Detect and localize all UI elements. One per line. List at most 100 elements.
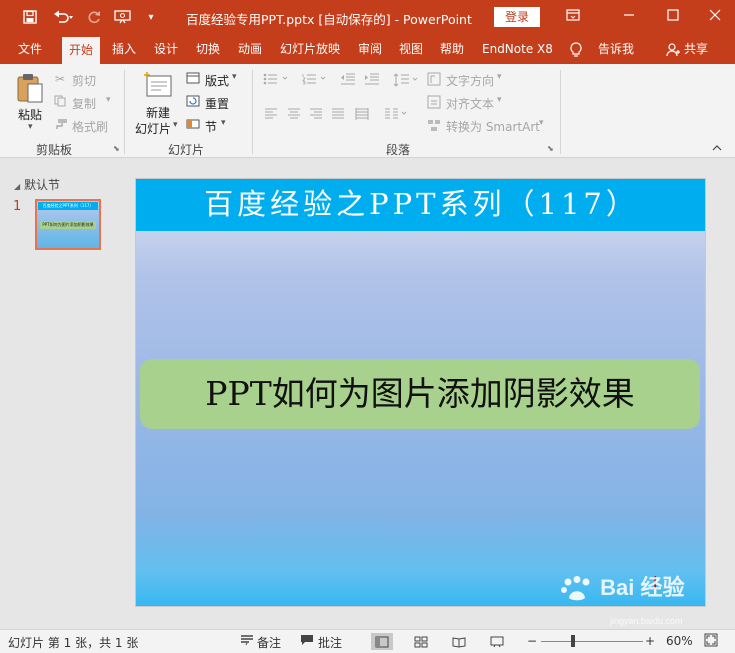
slide-canvas[interactable]: 百度经验之PPT系列（117） PPT如何为图片添加阴影效果 1 (135, 178, 706, 607)
new-slide-dropdown-icon[interactable]: ▾ (173, 120, 178, 130)
format-painter-icon[interactable] (54, 118, 68, 133)
share-user-icon[interactable] (666, 34, 680, 64)
align-text-dropdown-icon[interactable]: ▾ (497, 95, 502, 105)
line-spacing-icon[interactable] (393, 73, 421, 90)
columns-icon[interactable] (384, 108, 412, 123)
section-label: 默认节 (23, 178, 60, 192)
login-button[interactable]: 登录 (494, 7, 540, 27)
zoom-in-button[interactable]: + (645, 634, 655, 648)
tab-endnote[interactable]: EndNote X8 (482, 34, 553, 64)
baidu-paw-icon (561, 576, 590, 601)
share-button[interactable]: 共享 (684, 34, 708, 64)
watermark-text: Bai 经验 (600, 575, 685, 600)
convert-smartart-button[interactable]: 转换为 SmartArt (446, 118, 540, 135)
reset-icon[interactable] (186, 95, 200, 110)
notes-button[interactable]: 备注 (257, 634, 281, 651)
notes-icon[interactable] (240, 634, 254, 649)
close-icon[interactable] (702, 6, 728, 28)
slide-thumbnail[interactable]: 百度经验之PPT系列（117） PPT如何为图片添加阴影效果 (35, 199, 101, 250)
copy-icon[interactable] (54, 95, 66, 110)
save-icon[interactable] (20, 7, 40, 27)
zoom-level[interactable]: 60% (666, 634, 693, 648)
thumbnail-title: 百度经验之PPT系列（117） (38, 202, 98, 210)
tab-design[interactable]: 设计 (154, 34, 178, 64)
text-direction-icon[interactable] (427, 72, 441, 89)
slide-subtitle-box[interactable]: PPT如何为图片添加阴影效果 (140, 359, 700, 429)
normal-view-icon[interactable] (371, 633, 393, 650)
format-painter-button[interactable]: 格式刷 (72, 118, 108, 135)
decrease-indent-icon[interactable] (340, 73, 356, 88)
comments-icon[interactable] (300, 634, 314, 649)
paragraph-launcher-icon[interactable]: ⬊ (547, 144, 554, 153)
text-direction-dropdown-icon[interactable]: ▾ (497, 72, 502, 82)
tab-view[interactable]: 视图 (399, 34, 423, 64)
collapse-ribbon-icon[interactable] (712, 144, 722, 155)
slideshow-view-icon[interactable] (486, 633, 508, 650)
clipboard-launcher-icon[interactable]: ⬊ (113, 144, 120, 153)
numbering-icon[interactable] (302, 73, 332, 88)
align-text-button[interactable]: 对齐文本 (446, 95, 494, 112)
tab-slideshow[interactable]: 幻灯片放映 (280, 34, 340, 64)
lightbulb-icon[interactable] (570, 34, 582, 64)
tab-transitions[interactable]: 切换 (196, 34, 220, 64)
tab-help[interactable]: 帮助 (440, 34, 464, 64)
align-right-icon[interactable] (309, 108, 323, 123)
undo-icon[interactable] (50, 7, 78, 27)
cut-button[interactable]: 剪切 (72, 72, 96, 89)
copy-dropdown-icon[interactable]: ▾ (106, 95, 111, 105)
smartart-dropdown-icon[interactable]: ▾ (539, 118, 544, 128)
text-direction-button[interactable]: 文字方向 (446, 72, 494, 89)
new-slide-label-1[interactable]: 新建 (146, 104, 170, 121)
paste-dropdown-icon[interactable]: ▾ (28, 122, 33, 132)
copy-button[interactable]: 复制 (72, 95, 96, 112)
slides-group-label: 幻灯片 (168, 143, 205, 157)
zoom-out-button[interactable]: − (527, 634, 537, 648)
paste-icon[interactable] (16, 72, 44, 107)
slide-number-label: 1 (13, 199, 22, 214)
tab-animations[interactable]: 动画 (238, 34, 262, 64)
section-collapse-icon[interactable]: ◢ (14, 182, 20, 191)
reading-view-icon[interactable] (448, 633, 470, 650)
increase-indent-icon[interactable] (364, 73, 380, 88)
slideshow-from-start-icon[interactable] (112, 7, 134, 27)
cut-icon[interactable]: ✂ (55, 72, 65, 86)
slide-sorter-icon[interactable] (410, 633, 432, 650)
bullets-icon[interactable] (263, 73, 297, 88)
slide-title[interactable]: 百度经验之PPT系列（117） (136, 179, 705, 231)
section-icon[interactable] (186, 118, 200, 133)
comments-button[interactable]: 批注 (318, 634, 342, 651)
align-text-icon[interactable] (427, 95, 441, 112)
section-dropdown-icon[interactable]: ▾ (221, 118, 226, 128)
tab-insert[interactable]: 插入 (112, 34, 136, 64)
redo-icon[interactable] (84, 7, 104, 27)
align-left-icon[interactable] (264, 108, 278, 123)
new-slide-label-2[interactable]: 幻灯片 (135, 120, 171, 137)
tab-home[interactable]: 开始 (62, 37, 101, 64)
ribbon-display-options-icon[interactable] (560, 6, 586, 28)
reset-button[interactable]: 重置 (205, 95, 229, 112)
customize-qat-icon[interactable]: ▾ (144, 7, 158, 27)
group-separator (124, 70, 125, 154)
thumbnail-subtitle: PPT如何为图片添加阴影效果 (40, 221, 96, 229)
paste-button[interactable]: 粘贴 (18, 106, 42, 123)
zoom-slider[interactable] (541, 641, 643, 642)
minimize-icon[interactable] (616, 6, 642, 28)
tab-file[interactable]: 文件 (18, 34, 42, 64)
tell-me-search[interactable]: 告诉我 (598, 34, 634, 64)
section-header[interactable]: ◢ 默认节 (14, 176, 60, 193)
layout-icon[interactable] (186, 72, 200, 87)
tab-review[interactable]: 审阅 (358, 34, 382, 64)
layout-button[interactable]: 版式 (205, 72, 229, 89)
thumbnail-pane: ◢ 默认节 1 百度经验之PPT系列（117） PPT如何为图片添加阴影效果 (0, 158, 120, 629)
align-center-icon[interactable] (287, 108, 301, 123)
vertical-scrollbar[interactable] (721, 158, 735, 629)
new-slide-icon[interactable] (143, 70, 173, 103)
zoom-slider-thumb[interactable] (571, 635, 575, 647)
distributed-icon[interactable] (355, 108, 369, 123)
layout-dropdown-icon[interactable]: ▾ (232, 72, 237, 82)
fit-to-window-icon[interactable] (704, 633, 718, 650)
smartart-icon[interactable] (427, 118, 441, 135)
section-button[interactable]: 节 (205, 118, 217, 135)
maximize-icon[interactable] (660, 6, 686, 28)
justify-icon[interactable] (331, 108, 345, 123)
